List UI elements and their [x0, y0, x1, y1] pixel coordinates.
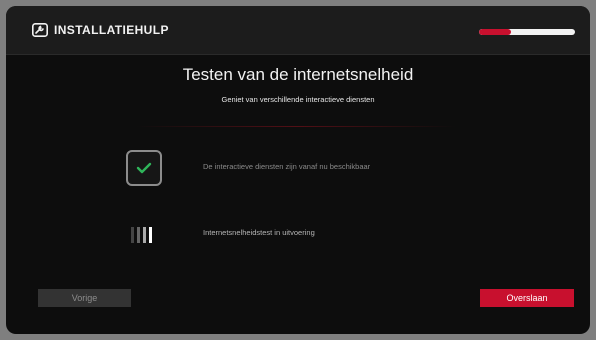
header-bar: INSTALLATIEHULP	[6, 6, 590, 55]
wrench-icon	[32, 23, 48, 37]
divider	[136, 126, 456, 127]
page-subtitle: Geniet van verschillende interactieve di…	[221, 95, 375, 104]
step-services-available: De interactieve diensten zijn vanaf nu b…	[203, 162, 371, 171]
loading-bar	[131, 227, 134, 243]
previous-button[interactable]: Vorige	[38, 289, 131, 307]
setup-progress-bar	[479, 29, 575, 35]
loading-bars-icon	[131, 227, 157, 243]
setup-progress-fill	[479, 29, 511, 35]
loading-bar	[149, 227, 152, 243]
page-title: Testen van de internetsnelheid	[182, 65, 414, 84]
loading-bar	[137, 227, 140, 243]
header-title: INSTALLATIEHULP	[54, 23, 169, 37]
checkmark-glyph	[136, 162, 152, 174]
checkmark-icon	[126, 150, 162, 186]
installation-screen: INSTALLATIEHULP Testen van de internetsn…	[6, 6, 590, 334]
loading-bar	[143, 227, 146, 243]
skip-button[interactable]: Overslaan	[480, 289, 574, 307]
step-speed-test: Internetsnelheidstest in uitvoering	[203, 228, 315, 237]
